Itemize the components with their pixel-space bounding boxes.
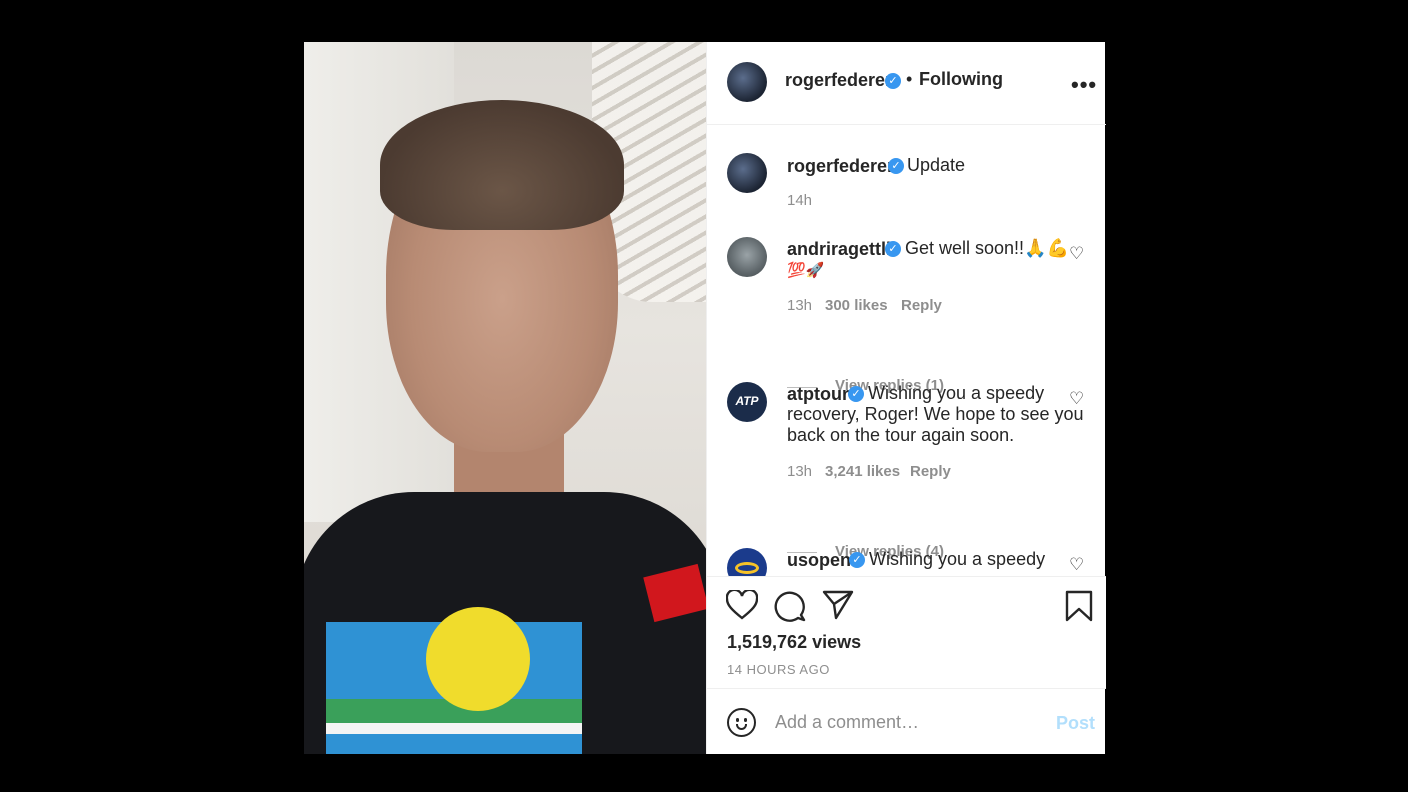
reply-button[interactable]: Reply: [910, 463, 951, 480]
verified-badge-icon: ✓: [885, 73, 901, 89]
verified-badge-icon: ✓: [885, 241, 901, 257]
avatar[interactable]: [727, 548, 767, 576]
post-actions: 1,519,762 views 14 HOURS AGO: [707, 576, 1106, 688]
verified-badge-icon: ✓: [849, 552, 865, 568]
caption-time[interactable]: 14h: [787, 192, 812, 209]
avatar[interactable]: [727, 62, 767, 102]
comment-input[interactable]: [775, 707, 1035, 737]
comment-likes[interactable]: 300 likes: [825, 297, 888, 314]
post-button[interactable]: Post: [1056, 713, 1095, 734]
avatar[interactable]: [727, 237, 767, 277]
person-hair: [380, 100, 624, 230]
view-count[interactable]: 1,519,762 views: [727, 632, 861, 653]
post-timestamp[interactable]: 14 HOURS AGO: [727, 662, 830, 677]
avatar[interactable]: ATP: [727, 382, 767, 422]
comment-text-continued: 💯🚀: [787, 262, 825, 279]
post-video[interactable]: [304, 42, 706, 754]
shirt-graphic-sun: [426, 607, 530, 711]
emoji-mouth: [736, 724, 747, 730]
comment-username[interactable]: andriragettli: [787, 239, 891, 260]
comment-username[interactable]: usopen: [787, 550, 851, 571]
following-button[interactable]: Following: [919, 69, 1003, 90]
header-username[interactable]: rogerfederer: [785, 70, 892, 91]
heart-icon[interactable]: [726, 590, 758, 620]
more-options-icon[interactable]: •••: [1071, 72, 1097, 98]
bookmark-icon[interactable]: [1065, 590, 1093, 622]
comments-list[interactable]: rogerfederer ✓ Update 14h andriragettli …: [707, 126, 1106, 576]
caption-username[interactable]: rogerfederer: [787, 156, 894, 177]
emoji-icon[interactable]: [727, 708, 756, 737]
verified-badge-icon: ✓: [848, 386, 864, 402]
comment-composer: Post: [707, 688, 1106, 754]
comment-like-heart-icon[interactable]: ♡: [1069, 555, 1084, 575]
avatar[interactable]: [727, 153, 767, 193]
comment-text: Wishing you a speedy: [868, 383, 1045, 403]
comment-icon[interactable]: [774, 590, 806, 622]
comment-text: Get well soon!!🙏💪: [905, 238, 1069, 258]
comment-time[interactable]: 13h: [787, 463, 812, 480]
atp-logo: ATP: [735, 394, 759, 408]
comment-time[interactable]: 13h: [787, 297, 812, 314]
share-icon[interactable]: [822, 590, 854, 620]
caption-text: Update: [907, 155, 966, 175]
verified-badge-icon: ✓: [888, 158, 904, 174]
post-side-panel: rogerfederer ✓ • Following ••• rogerfede…: [706, 42, 1106, 754]
comment-text-continued: back on the tour again soon.: [787, 425, 1015, 445]
usopen-logo: [735, 562, 759, 574]
instagram-post-modal: rogerfederer ✓ • Following ••• rogerfede…: [304, 42, 1106, 754]
post-header: rogerfederer ✓ • Following •••: [707, 42, 1106, 125]
comment-like-heart-icon[interactable]: ♡: [1069, 244, 1084, 264]
comment-text-continued: recovery, Roger! We hope to see you: [787, 404, 1084, 424]
comment-like-heart-icon[interactable]: ♡: [1069, 389, 1084, 409]
comment-username[interactable]: atptour: [787, 384, 849, 405]
comment-likes[interactable]: 3,241 likes: [825, 463, 900, 480]
separator-dot: •: [906, 69, 913, 89]
reply-button[interactable]: Reply: [901, 297, 942, 314]
comment-text: Wishing you a speedy: [869, 549, 1046, 569]
